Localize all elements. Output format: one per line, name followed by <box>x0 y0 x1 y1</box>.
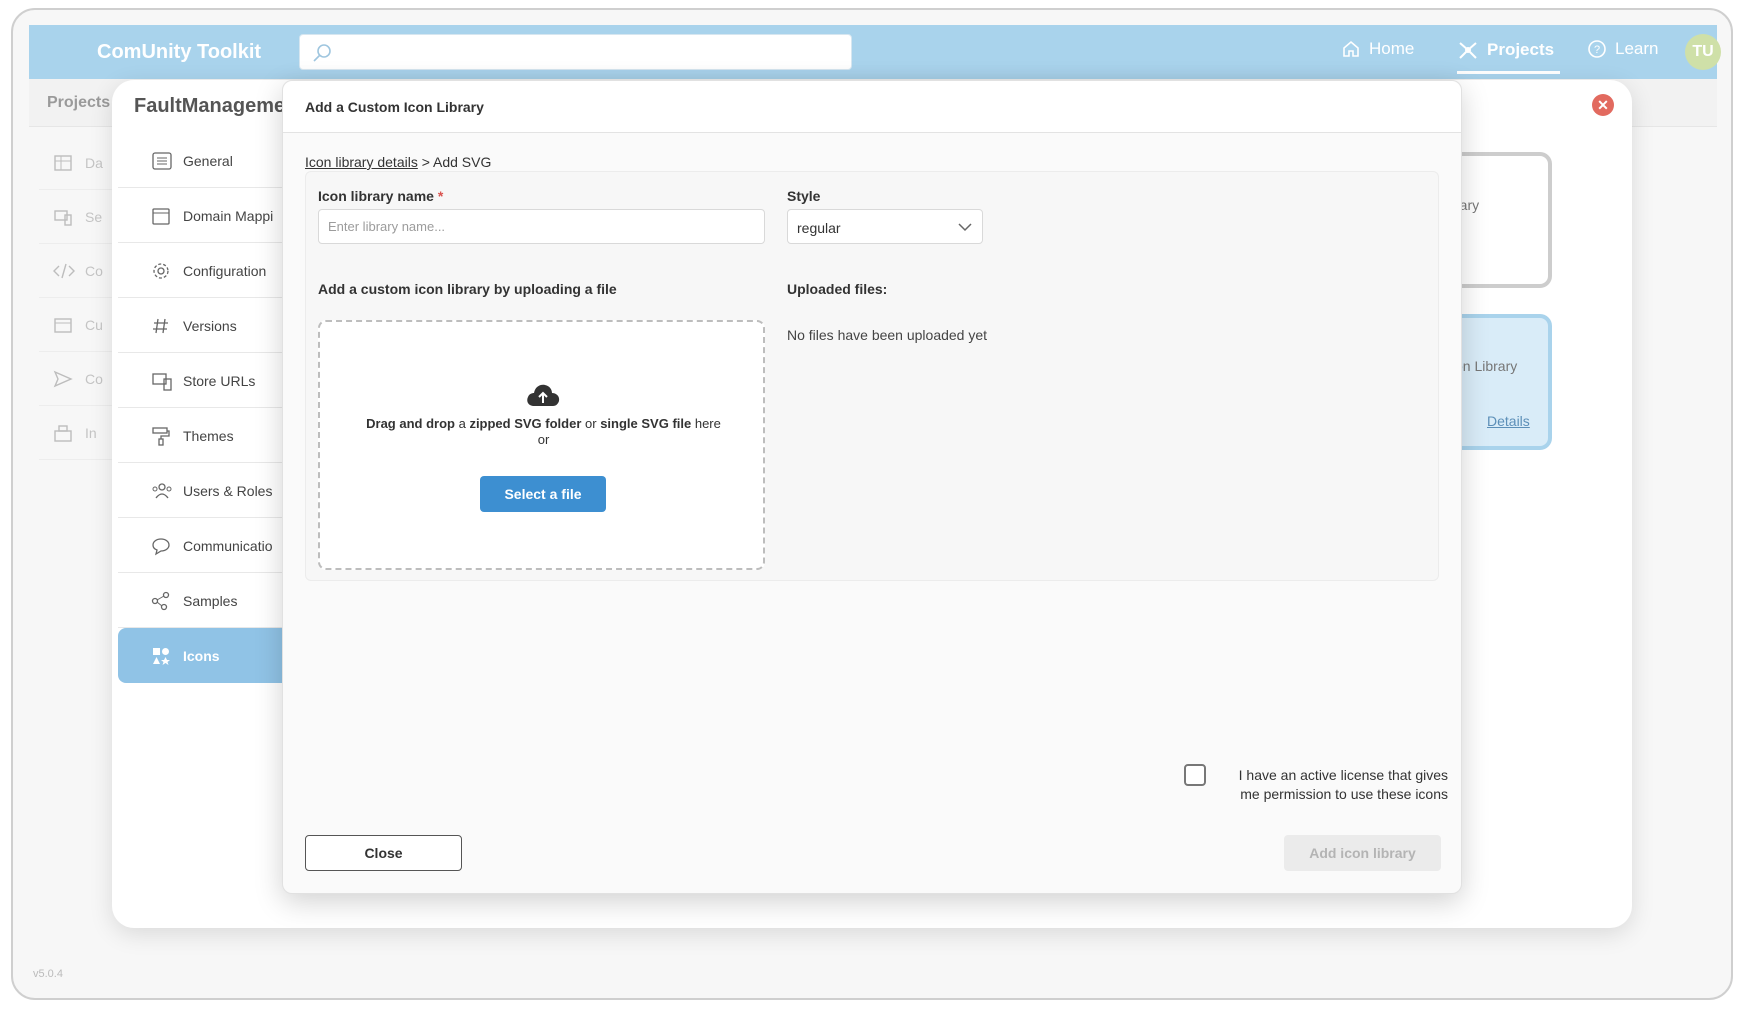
select-file-button[interactable]: Select a file <box>480 476 606 512</box>
project-sidebar: General Domain Mappi Configuration Versi… <box>118 133 283 683</box>
calendar-icon <box>152 208 170 225</box>
sidebar-item-label: Communicatio <box>183 538 273 554</box>
hash-icon <box>153 318 168 334</box>
sidebar-item-samples[interactable]: Samples <box>118 573 283 628</box>
gear-icon <box>153 263 169 279</box>
icons-icon <box>153 648 170 665</box>
breadcrumb-link-details[interactable]: Icon library details <box>305 154 418 170</box>
sidebar-item-label: Users & Roles <box>183 483 273 499</box>
sidebar-item-label: Store URLs <box>183 373 256 389</box>
sidebar-item-label: Themes <box>183 428 234 444</box>
add-icon-library-button[interactable]: Add icon library <box>1284 835 1441 871</box>
breadcrumb-current: > Add SVG <box>421 154 492 170</box>
sidebar-item-label: Configuration <box>183 263 267 279</box>
card-text: on Library <box>1455 358 1518 374</box>
close-button[interactable]: Close <box>305 835 462 871</box>
sidebar-item-domain-mapping[interactable]: Domain Mappi <box>118 188 283 243</box>
sidebar-item-label: Samples <box>183 593 238 609</box>
close-icon: ✕ <box>1597 96 1609 113</box>
sidebar-item-store-urls[interactable]: Store URLs <box>118 353 283 408</box>
close-panel-button[interactable]: ✕ <box>1592 94 1614 116</box>
dz-or: or <box>537 432 550 447</box>
cloud-upload-icon <box>527 384 560 406</box>
uploaded-files-label: Uploaded files: <box>787 281 888 297</box>
sidebar-item-communication[interactable]: Communicatio <box>118 518 283 573</box>
form-section: Icon library name * Style regular Add a … <box>305 171 1439 581</box>
list-icon <box>152 152 172 170</box>
add-icon-library-dialog: Add a Custom Icon Library Icon library d… <box>282 80 1462 894</box>
style-select-value: regular <box>797 220 841 236</box>
sidebar-item-icons[interactable]: Icons <box>118 628 283 683</box>
dialog-header: Add a Custom Icon Library <box>283 81 1461 133</box>
sidebar-item-configuration[interactable]: Configuration <box>118 243 283 298</box>
dz-bold-1: Drag and drop <box>366 416 455 431</box>
license-checkbox[interactable] <box>1184 764 1206 786</box>
project-title: FaultManageme <box>134 95 286 117</box>
dz-text-4: or <box>581 416 601 431</box>
dz-text-6: here <box>691 416 721 431</box>
dropzone-instructions: Drag and drop a zipped SVG folder or sin… <box>320 416 767 448</box>
paint-roller-icon <box>152 427 170 446</box>
dialog-title: Add a Custom Icon Library <box>305 99 484 115</box>
sidebar-item-label: Domain Mappi <box>183 208 274 224</box>
share-icon <box>151 591 170 611</box>
overlay-layer: ✕ FaultManageme General Domain Mappi Con… <box>0 0 1744 1016</box>
breadcrumb: Icon library details > Add SVG <box>305 154 491 170</box>
sidebar-item-label: General <box>183 153 233 169</box>
sidebar-item-themes[interactable]: Themes <box>118 408 283 463</box>
library-name-label-text: Icon library name <box>318 188 434 204</box>
chat-icon <box>152 538 170 556</box>
dz-bold-5: single SVG file <box>600 416 692 431</box>
upload-label: Add a custom icon library by uploading a… <box>318 281 617 297</box>
sidebar-item-label: Icons <box>183 648 220 664</box>
style-label: Style <box>787 188 821 204</box>
sidebar-item-label: Versions <box>183 318 237 334</box>
license-text: I have an active license that gives me p… <box>1238 767 1448 802</box>
sidebar-item-users-roles[interactable]: Users & Roles <box>118 463 283 518</box>
sidebar-item-versions[interactable]: Versions <box>118 298 283 353</box>
sidebar-item-general[interactable]: General <box>118 133 283 188</box>
required-marker: * <box>437 188 444 204</box>
style-select[interactable]: regular <box>787 209 983 244</box>
devices-icon <box>152 373 172 391</box>
users-icon <box>152 483 172 499</box>
library-name-input[interactable] <box>318 209 765 244</box>
uploaded-files-empty: No files have been uploaded yet <box>787 327 988 343</box>
dz-text-2: a <box>454 416 470 431</box>
library-name-label: Icon library name * <box>318 188 443 204</box>
details-link[interactable]: Details <box>1487 413 1530 429</box>
chevron-down-icon <box>958 223 972 232</box>
dz-bold-3: zipped SVG folder <box>469 416 582 431</box>
file-dropzone[interactable]: Drag and drop a zipped SVG folder or sin… <box>318 320 765 570</box>
